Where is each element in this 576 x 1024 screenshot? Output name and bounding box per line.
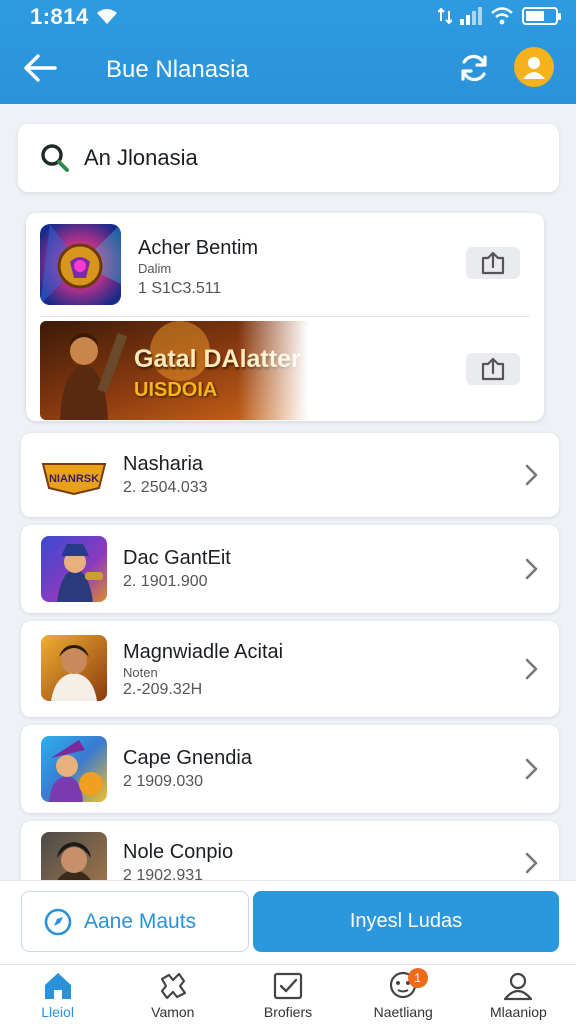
profile-icon [504,972,533,1001]
refresh-icon [461,54,487,82]
list-item[interactable]: Magnwiadle Acitai Noten 2.-209.32H [21,621,559,717]
share-button[interactable] [466,247,520,279]
search-input[interactable] [84,145,524,171]
app-icon [41,736,107,802]
app-meta: 2 1909.030 [123,773,204,790]
featured-banner[interactable]: Gatal DAlatter UISDOIA [40,321,308,420]
app-header: 1:814 Bue Nlanasia [0,0,576,104]
puzzle-icon [160,972,186,1000]
app-name: Cape Gnendia [123,747,252,769]
status-bar: 1:814 [0,0,576,34]
refresh-button[interactable] [454,48,494,88]
share-icon [481,251,505,275]
data-arrows-icon [438,7,452,25]
battery-icon [522,7,561,25]
compass-icon [44,908,72,935]
featured-card: Acher Bentim Dalim 1 S1C3.511 Gatal DAla… [26,213,544,421]
status-time: 1:814 [30,4,89,29]
primary-action-button[interactable]: Inyesl Ludas [253,891,559,952]
user-avatar[interactable] [514,47,554,87]
app-meta: 2. 2504.033 [123,479,208,496]
tab-tasks[interactable]: Brofiers [230,965,345,1024]
app-name: Magnwiadle Acitai [123,641,284,663]
action-bar: Aane Mauts Inyesl Ludas [0,880,576,964]
back-button[interactable] [20,48,60,88]
app-name: Nole Conpio [123,841,234,863]
share-icon [481,357,505,381]
checkbox-icon [273,972,303,1000]
svg-text:NIANRSK: NIANRSK [49,473,99,485]
status-icons [438,7,561,25]
tab-label: Lleiol [41,1004,74,1020]
wifi-icon [97,9,117,24]
tab-messages[interactable]: 1 Naetliang [346,965,461,1024]
bottom-tab-bar: Lleiol Vamon Brofiers 1 Naetliang Mlaani… [0,964,576,1024]
tab-label: Mlaaniop [490,1004,547,1020]
tab-label: Vamon [151,1004,195,1020]
share-button[interactable] [466,353,520,385]
app-subtitle: Dalim [138,261,172,276]
secondary-action-button[interactable]: Aane Mauts [21,891,249,952]
search-icon [41,144,69,172]
notification-badge: 1 [407,968,428,988]
home-icon [44,973,71,999]
wifi-icon [491,7,513,25]
page-title: Bue Nlanasia [106,56,249,83]
app-name: Nasharia [123,453,204,475]
search-bar[interactable] [18,124,559,192]
tab-profile[interactable]: Mlaaniop [461,965,576,1024]
chevron-right-icon [525,758,538,780]
chevron-right-icon [525,464,538,486]
signal-icon [460,7,482,25]
app-meta: 1 S1C3.511 [138,280,222,297]
tab-label: Naetliang [373,1004,433,1020]
app-meta: 2. 1901.900 [123,573,208,590]
list-item[interactable]: Cape Gnendia 2 1909.030 [21,725,559,813]
app-meta: 2.-209.32H [123,681,203,698]
app-icon [41,536,107,602]
banner-subtitle: UISDOIA [134,379,218,401]
app-icon: NIANRSK [41,443,107,509]
primary-action-label: Inyesl Ludas [349,910,463,932]
app-subtitle: Noten [123,665,158,680]
chevron-right-icon [525,558,538,580]
divider [40,316,530,317]
app-name: Dac GantEit [123,547,231,569]
chevron-right-icon [525,852,538,874]
tab-label: Brofiers [263,1004,313,1020]
tab-home[interactable]: Lleiol [0,965,115,1024]
app-name: Acher Bentim [138,237,259,259]
list-item[interactable]: Dac GantEit 2. 1901.900 [21,525,559,613]
app-icon [41,635,107,701]
list-item[interactable]: NIANRSK Nasharia 2. 2504.033 [21,433,559,517]
featured-app-row[interactable]: Acher Bentim Dalim 1 S1C3.511 [26,213,544,317]
tab-games[interactable]: Vamon [115,965,230,1024]
arrow-left-icon [24,54,57,82]
chevron-right-icon [525,658,538,680]
user-icon [523,57,545,79]
secondary-action-label: Aane Mauts [84,909,197,933]
app-icon [40,224,121,305]
